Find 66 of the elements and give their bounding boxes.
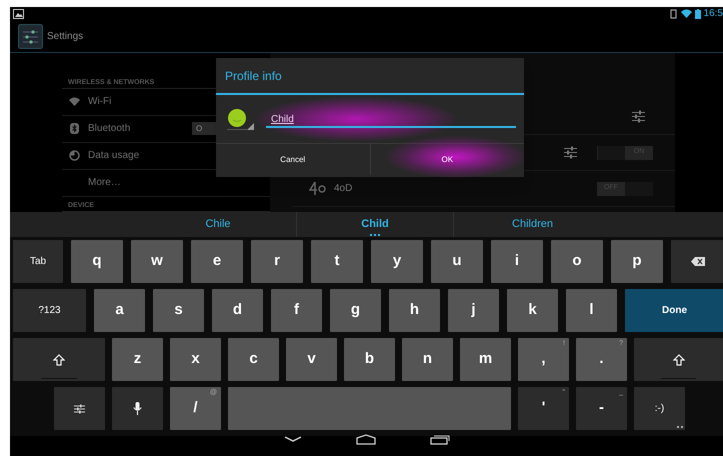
rotation-icon	[668, 8, 678, 18]
back-icon[interactable]	[284, 436, 302, 442]
channel-logo-icon	[309, 181, 326, 196]
shift-arrow-icon	[53, 354, 65, 366]
cancel-button[interactable]: Cancel	[216, 144, 370, 175]
key[interactable]: q	[71, 240, 123, 283]
key[interactable]: o	[551, 240, 603, 283]
battery-icon	[694, 8, 701, 18]
shift-arrow-icon	[672, 354, 684, 366]
key[interactable]: m	[460, 338, 511, 381]
suggestion[interactable]: Child	[297, 212, 454, 237]
recent-apps-icon[interactable]	[430, 434, 450, 444]
settings-item[interactable]: More…	[88, 175, 121, 190]
suggestion[interactable]: Chile	[140, 212, 297, 237]
backspace-icon	[690, 257, 704, 266]
ok-button[interactable]: OK	[370, 144, 524, 175]
key[interactable]: p	[611, 240, 663, 283]
key[interactable]: n	[402, 338, 453, 381]
picture-icon	[13, 8, 24, 18]
key[interactable]: f	[271, 289, 322, 332]
settings-item[interactable]: Bluetooth	[88, 121, 130, 136]
name-field[interactable]: Child	[266, 110, 516, 128]
key[interactable]: y	[371, 240, 423, 283]
avatar-picker[interactable]	[227, 108, 254, 130]
key[interactable]: a	[94, 289, 145, 332]
key[interactable]: b	[344, 338, 395, 381]
backspace-key[interactable]	[671, 240, 723, 283]
key[interactable]: r	[251, 240, 303, 283]
app-name: 4oD	[334, 182, 352, 196]
voice-input-key[interactable]	[112, 387, 163, 430]
settings-app-icon[interactable]	[18, 24, 43, 48]
symbols-key[interactable]: ?123	[13, 289, 86, 332]
sliders-icon[interactable]	[632, 110, 645, 123]
settings-item[interactable]: Wi-Fi	[88, 94, 112, 110]
wifi-icon	[69, 97, 80, 106]
wifi-signal-icon	[680, 9, 692, 18]
clock: 16:5	[704, 8, 723, 18]
key[interactable]: s	[153, 289, 204, 332]
sliders-icon	[74, 404, 85, 414]
done-key[interactable]: Done	[625, 289, 723, 332]
key[interactable]: u	[431, 240, 483, 283]
settings-item[interactable]: Data usage	[88, 148, 140, 164]
suggestion[interactable]: Children	[454, 212, 611, 237]
key[interactable]: v	[286, 338, 337, 381]
key[interactable]: e	[191, 240, 243, 283]
key[interactable]: d	[212, 289, 263, 332]
key[interactable]: l	[566, 289, 617, 332]
dialog-title: Profile info	[225, 68, 282, 84]
pie-chart-icon	[69, 150, 80, 162]
key[interactable]: i	[491, 240, 543, 283]
sliders-icon[interactable]	[564, 146, 577, 159]
key[interactable]: x	[170, 338, 221, 381]
key[interactable]: w	[131, 240, 183, 283]
microphone-icon	[133, 402, 142, 415]
key[interactable]: z	[112, 338, 163, 381]
key[interactable]: g	[330, 289, 381, 332]
key[interactable]: Tab	[13, 240, 63, 283]
home-icon[interactable]	[356, 434, 376, 444]
key[interactable]: j	[448, 289, 499, 332]
screen-title: Settings	[47, 30, 84, 44]
bluetooth-icon	[70, 123, 79, 134]
key[interactable]: h	[389, 289, 440, 332]
emoji-key[interactable]: :-)	[634, 387, 685, 430]
key[interactable]: t	[311, 240, 363, 283]
key[interactable]: k	[507, 289, 558, 332]
key[interactable]: c	[228, 338, 279, 381]
